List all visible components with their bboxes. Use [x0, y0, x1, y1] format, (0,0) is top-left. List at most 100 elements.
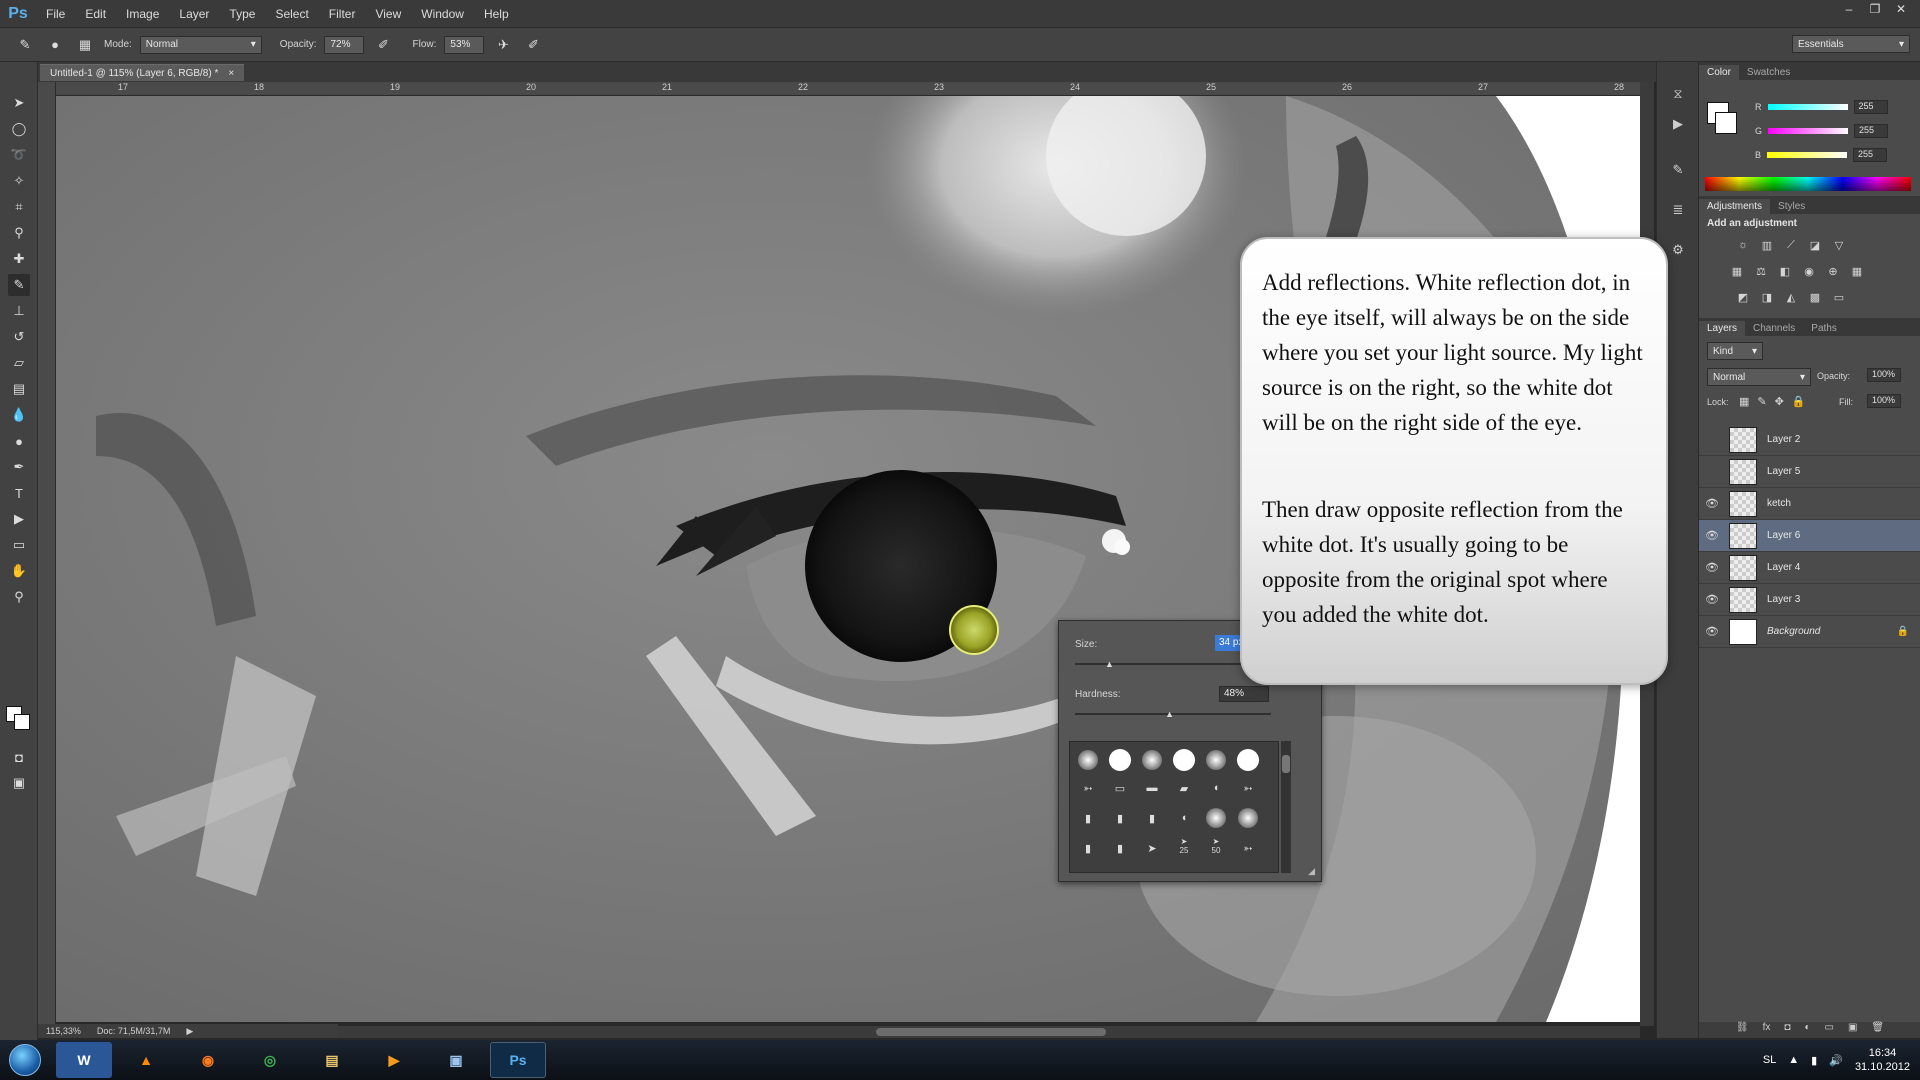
close-button[interactable]: ✕ [1890, 0, 1912, 18]
green-channel-value[interactable]: 255 [1854, 124, 1889, 138]
new-group-icon[interactable]: ▭ [1824, 1022, 1833, 1038]
brush-preset[interactable] [1204, 748, 1228, 772]
tool-presets-icon[interactable]: ⚙ [1667, 240, 1689, 260]
background-color-chip[interactable] [1715, 112, 1737, 134]
taskbar-photoshop[interactable]: Ps [490, 1042, 546, 1078]
zoom-tool-icon[interactable]: ⚲ [8, 586, 30, 608]
blur-tool-icon[interactable]: 💧 [8, 404, 30, 426]
eyedropper-tool-icon[interactable]: ⚲ [8, 222, 30, 244]
brush-grid-scrollbar-thumb[interactable] [1282, 755, 1290, 773]
history-brush-tool-icon[interactable]: ↺ [8, 326, 30, 348]
menu-edit[interactable]: Edit [75, 0, 116, 28]
zoom-level[interactable]: 115,33% [46, 1026, 81, 1036]
taskbar-word[interactable]: W [56, 1042, 112, 1078]
red-channel-value[interactable]: 255 [1853, 100, 1888, 114]
layer-opacity-value[interactable]: 100% [1867, 368, 1901, 382]
brush-hardness-input[interactable]: 48% [1219, 686, 1269, 702]
tab-color[interactable]: Color [1699, 65, 1739, 80]
layer-blend-mode-select[interactable]: Normal ▾ [1707, 368, 1811, 386]
brush-preset[interactable]: ▮ [1108, 806, 1132, 830]
document-tab[interactable]: Untitled-1 @ 115% (Layer 6, RGB/8) * × [40, 64, 245, 81]
minimize-button[interactable]: – [1838, 0, 1860, 18]
black-white-icon[interactable]: ◧ [1777, 264, 1793, 278]
brush-preset[interactable]: ➳ [1236, 776, 1260, 800]
link-layers-icon[interactable]: ⛓ [1736, 1022, 1749, 1038]
tab-paths[interactable]: Paths [1803, 321, 1845, 336]
quick-mask-icon[interactable]: ◘ [8, 746, 30, 768]
layer-row-selected[interactable]: 👁 Layer 6 [1699, 520, 1920, 552]
brush-preset[interactable]: ▰ [1172, 776, 1196, 800]
layer-filter-kind-select[interactable]: Kind ▾ [1707, 342, 1763, 360]
taskbar-window[interactable]: ▣ [428, 1042, 484, 1078]
eye-icon[interactable]: 👁 [1699, 529, 1725, 542]
color-lookup-icon[interactable]: ▦ [1849, 264, 1865, 278]
vibrance-icon[interactable]: ▽ [1831, 238, 1847, 252]
posterize-icon[interactable]: ◨ [1759, 290, 1775, 304]
blue-channel-value[interactable]: 255 [1853, 148, 1888, 162]
brush-preset[interactable]: ◖ [1172, 806, 1196, 830]
tab-layers[interactable]: Layers [1699, 321, 1746, 336]
brush-preset[interactable]: ◖ [1204, 776, 1228, 800]
menu-window[interactable]: Window [411, 0, 474, 28]
brush-preset[interactable] [1204, 806, 1228, 830]
type-tool-icon[interactable]: T [8, 482, 30, 504]
tab-channels[interactable]: Channels [1745, 321, 1803, 336]
tab-swatches[interactable]: Swatches [1739, 65, 1798, 80]
new-layer-icon[interactable]: ▣ [1848, 1022, 1857, 1038]
clone-stamp-tool-icon[interactable]: ⊥ [8, 300, 30, 322]
brush-presets-icon[interactable]: ≣ [1667, 200, 1689, 220]
brush-size-preview-icon[interactable]: ● [44, 34, 66, 56]
layer-row[interactable]: 👁 Layer 3 [1699, 584, 1920, 616]
gradient-tool-icon[interactable]: ▤ [8, 378, 30, 400]
language-indicator[interactable]: SL [1763, 1054, 1776, 1066]
brush-preset[interactable]: ▮ [1076, 836, 1100, 860]
pen-tool-icon[interactable]: ✒ [8, 456, 30, 478]
threshold-icon[interactable]: ◭ [1783, 290, 1799, 304]
menu-image[interactable]: Image [116, 0, 169, 28]
eye-icon[interactable]: 👁 [1699, 497, 1725, 510]
brush-preset[interactable]: ➤ 25 [1172, 834, 1196, 858]
menu-filter[interactable]: Filter [319, 0, 366, 28]
brush-tool-preset-icon[interactable]: ✎ [14, 34, 36, 56]
eye-icon[interactable]: 👁 [1699, 625, 1725, 638]
start-button[interactable] [0, 1040, 50, 1080]
brush-preset[interactable] [1172, 748, 1196, 772]
menu-type[interactable]: Type [219, 0, 265, 28]
quick-select-tool-icon[interactable]: ✧ [8, 170, 30, 192]
invert-icon[interactable]: ◩ [1735, 290, 1751, 304]
brush-preset[interactable]: ▮ [1108, 836, 1132, 860]
color-balance-icon[interactable]: ⚖ [1753, 264, 1769, 278]
brush-preset[interactable] [1140, 748, 1164, 772]
curves-icon[interactable]: ⟋ [1783, 238, 1799, 252]
clock[interactable]: 16:34 31.10.2012 [1855, 1046, 1910, 1074]
gradient-map-icon[interactable]: ▭ [1831, 290, 1847, 304]
status-menu-arrow-icon[interactable]: ▶ [186, 1026, 193, 1037]
airbrush-icon[interactable]: ✈ [492, 34, 514, 56]
brush-preset[interactable] [1076, 748, 1100, 772]
menu-layer[interactable]: Layer [169, 0, 219, 28]
network-icon[interactable]: ▮ [1811, 1054, 1817, 1067]
taskbar-chrome[interactable]: ◎ [242, 1042, 298, 1078]
background-color-swatch[interactable] [14, 714, 30, 730]
restore-button[interactable]: ❐ [1864, 0, 1886, 18]
new-adjustment-icon[interactable]: ◐ [1804, 1022, 1810, 1038]
layer-row[interactable]: 👁 ketch [1699, 488, 1920, 520]
brush-grid-scrollbar[interactable] [1281, 741, 1291, 873]
lasso-tool-icon[interactable]: ➰ [8, 144, 30, 166]
resize-grip-icon[interactable]: ◢ [1308, 866, 1315, 877]
channel-mixer-icon[interactable]: ⊕ [1825, 264, 1841, 278]
actions-panel-icon[interactable]: ▶ [1667, 114, 1689, 134]
selective-color-icon[interactable]: ▩ [1807, 290, 1823, 304]
taskbar-firefox[interactable]: ◉ [180, 1042, 236, 1078]
green-channel-slider[interactable] [1768, 128, 1849, 134]
eraser-tool-icon[interactable]: ▱ [8, 352, 30, 374]
hand-tool-icon[interactable]: ✋ [8, 560, 30, 582]
path-selection-tool-icon[interactable]: ▶ [8, 508, 30, 530]
lock-icons[interactable]: ▦✎✥🔒 [1739, 395, 1814, 408]
fill-value[interactable]: 100% [1867, 394, 1901, 408]
taskbar-media-player[interactable]: ▶ [366, 1042, 422, 1078]
layer-row[interactable]: Layer 5 [1699, 456, 1920, 488]
levels-icon[interactable]: ▥ [1759, 238, 1775, 252]
brush-size-slider-thumb[interactable]: ▲ [1105, 659, 1114, 669]
menu-view[interactable]: View [365, 0, 411, 28]
